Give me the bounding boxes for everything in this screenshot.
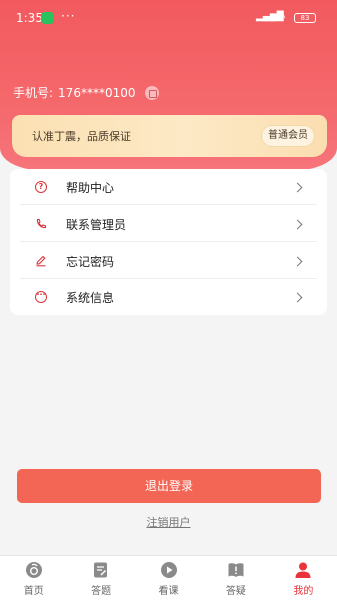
play-icon <box>160 562 177 578</box>
settings-menu: ? 帮助中心 联系管理员 忘记密码 ··· 系统信息 <box>10 169 327 315</box>
menu-item-system-info[interactable]: ··· 系统信息 <box>10 279 327 315</box>
tab-bar: 首页 答题 看课 答疑 我的 <box>0 555 337 600</box>
menu-item-label: 忘记密码 <box>66 254 115 269</box>
menu-item-label: 联系管理员 <box>66 217 127 232</box>
chevron-right-icon <box>292 256 303 266</box>
home-icon <box>25 562 42 578</box>
info-dots-icon: ··· <box>35 291 47 303</box>
status-time: 1:35 <box>16 11 43 25</box>
status-bar: 1:35 ··· ▂▄▆█ ◠ 83 <box>0 0 337 36</box>
tab-label: 看课 <box>158 586 179 597</box>
menu-item-forgot-password[interactable]: 忘记密码 <box>10 243 327 279</box>
phone-row: 手机号: 176****0100 <box>13 84 159 101</box>
cancel-account-link[interactable]: 注销用户 <box>0 514 337 530</box>
phone-number: 176****0100 <box>58 85 136 100</box>
logout-button[interactable]: 退出登录 <box>17 469 321 503</box>
battery-icon: 83 <box>294 13 316 23</box>
question-circle-icon: ? <box>35 181 47 193</box>
more-dots: ··· <box>61 9 76 23</box>
divider <box>20 241 317 242</box>
menu-item-label: 帮助中心 <box>66 180 115 195</box>
member-slogan: 认准丁震，品质保证 <box>32 130 131 143</box>
phone-icon <box>35 218 47 230</box>
phone-label: 手机号: <box>13 86 54 100</box>
wechat-icon <box>41 12 54 24</box>
qa-book-icon <box>228 563 244 577</box>
menu-item-label: 系统信息 <box>66 290 115 305</box>
user-icon <box>295 562 311 578</box>
tab-qa[interactable]: 答疑 <box>202 556 269 600</box>
tab-label: 我的 <box>293 586 314 597</box>
tab-label: 答疑 <box>225 586 246 597</box>
member-level-badge[interactable]: 普通会员 <box>261 125 315 147</box>
tab-mine[interactable]: 我的 <box>270 556 337 600</box>
copy-icon[interactable] <box>144 85 159 100</box>
chevron-right-icon <box>292 292 303 302</box>
member-card[interactable]: 认准丁震，品质保证 普通会员 <box>12 115 327 157</box>
tab-quiz[interactable]: 答题 <box>67 556 134 600</box>
menu-item-help[interactable]: ? 帮助中心 <box>10 169 327 205</box>
cancel-account-label: 注销用户 <box>146 516 191 529</box>
tab-label: 答题 <box>91 586 112 597</box>
wifi-icon: ◠ <box>276 11 286 24</box>
divider <box>20 204 317 205</box>
tab-label: 首页 <box>23 586 44 597</box>
chevron-right-icon <box>292 219 303 229</box>
tab-watch[interactable]: 看课 <box>135 556 202 600</box>
quiz-icon <box>94 562 108 578</box>
tab-home[interactable]: 首页 <box>0 556 67 600</box>
pencil-icon <box>35 255 47 267</box>
chevron-right-icon <box>292 182 303 192</box>
menu-item-contact-admin[interactable]: 联系管理员 <box>10 206 327 242</box>
